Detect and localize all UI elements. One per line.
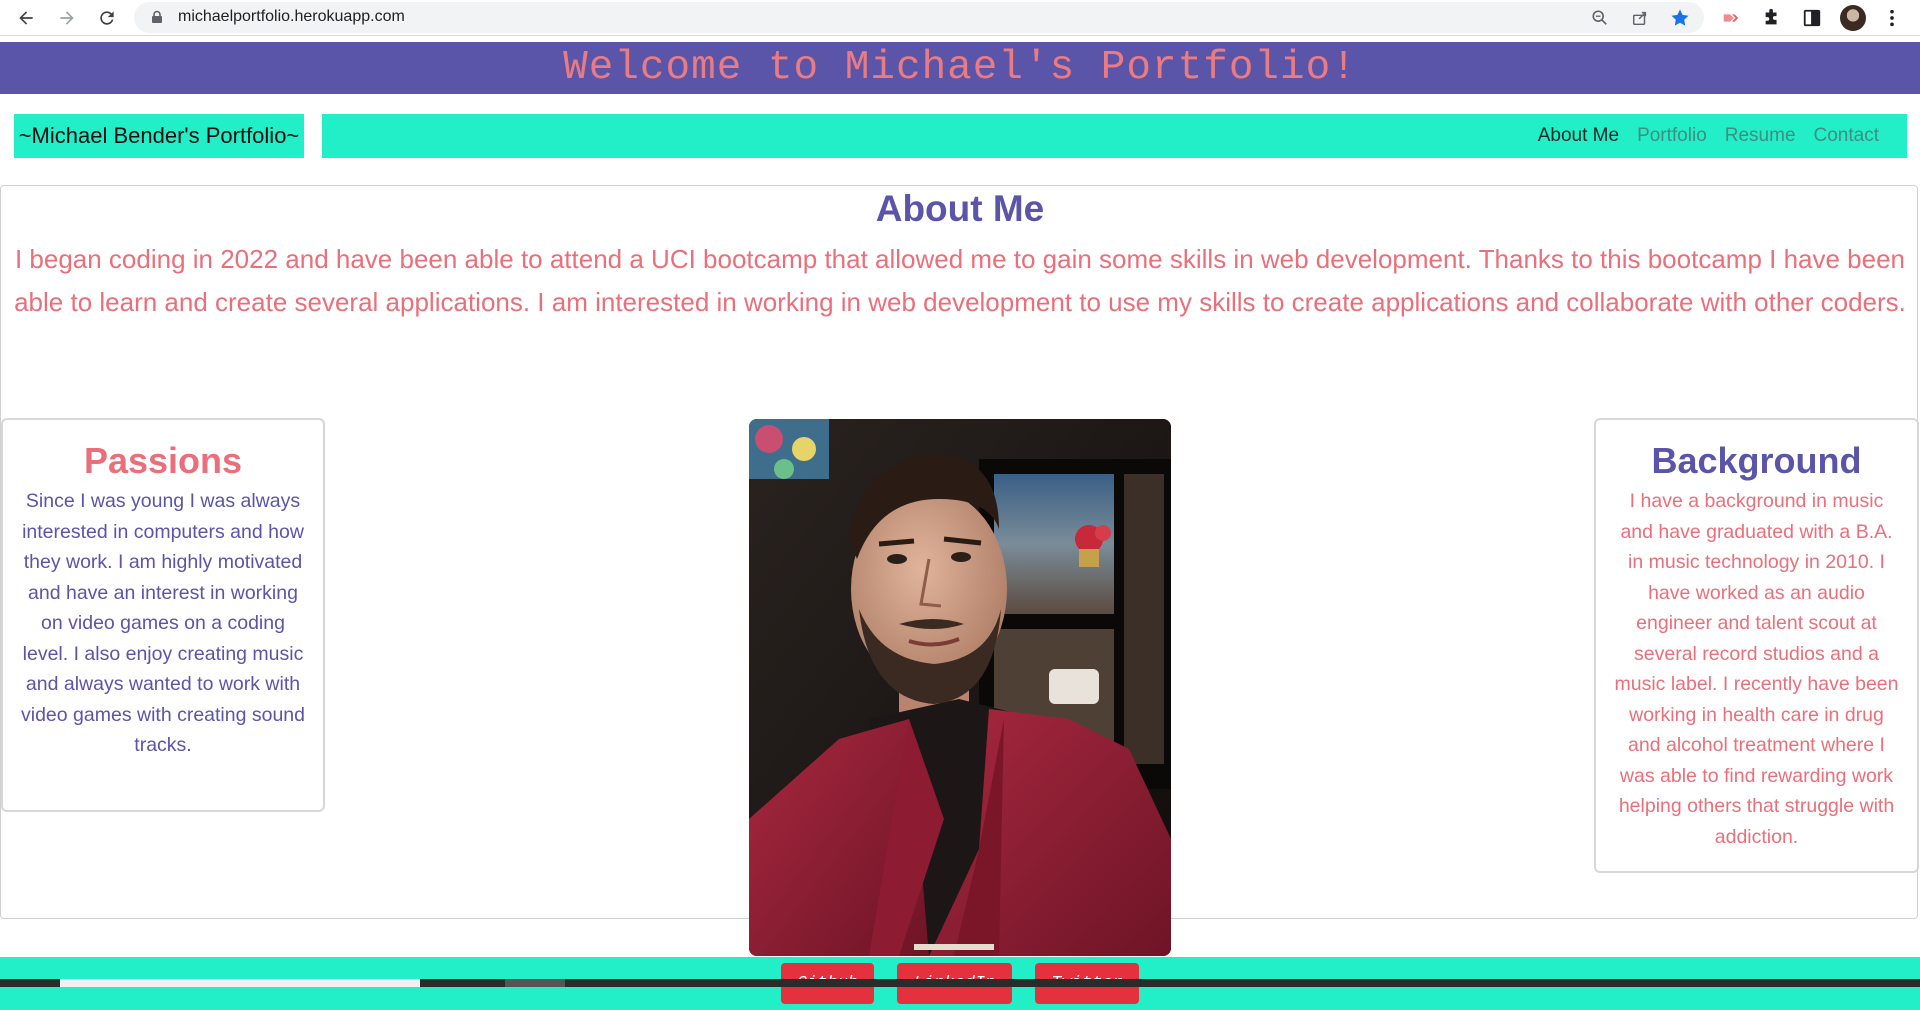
share-icon[interactable] [1630, 8, 1650, 28]
extension-red-icon[interactable] [1720, 7, 1742, 29]
nav-contact[interactable]: Contact [1814, 125, 1879, 147]
url-text: michaelportfolio.herokuapp.com [178, 8, 405, 25]
welcome-heading: Welcome to Michael's Portfolio! [563, 45, 1357, 91]
page: Welcome to Michael's Portfolio! ~Michael… [0, 36, 1920, 1010]
background-title: Background [1651, 440, 1862, 481]
passions-card: Passions Since I was young I was always … [1, 418, 325, 812]
taskbar-segment [60, 979, 420, 987]
browser-toolbar: michaelportfolio.herokuapp.com [0, 0, 1920, 36]
welcome-banner: Welcome to Michael's Portfolio! [0, 42, 1920, 94]
nav-resume[interactable]: Resume [1725, 125, 1796, 147]
reload-icon[interactable] [93, 4, 121, 32]
zoom-icon[interactable] [1590, 8, 1610, 28]
taskbar-strip [0, 979, 1920, 987]
bookmark-star-icon[interactable] [1670, 8, 1690, 28]
passions-title: Passions [83, 440, 243, 481]
profile-avatar[interactable] [1840, 5, 1866, 31]
menu-kebab-icon[interactable] [1881, 7, 1903, 29]
main-navbar: About Me Portfolio Resume Contact [322, 114, 1907, 158]
forward-icon[interactable] [53, 4, 81, 32]
side-panel-icon[interactable] [1801, 7, 1823, 29]
nav-portfolio[interactable]: Portfolio [1637, 125, 1707, 147]
about-title: About Me [875, 188, 1045, 229]
nav-about-me[interactable]: About Me [1538, 125, 1619, 147]
profile-photo [749, 419, 1171, 956]
about-text: I began coding in 2022 and have been abl… [14, 244, 1906, 317]
portrait-image [749, 419, 1171, 956]
site-brand[interactable]: ~Michael Bender's Portfolio~ [14, 114, 304, 158]
background-text: I have a background in music and have gr… [1614, 490, 1899, 848]
lock-icon [152, 10, 162, 23]
background-card: Background I have a background in music … [1594, 418, 1919, 873]
extensions-puzzle-icon[interactable] [1761, 7, 1783, 29]
passions-text: Since I was young I was always intereste… [21, 490, 305, 756]
address-bar[interactable]: michaelportfolio.herokuapp.com [134, 2, 1704, 33]
taskbar-segment [505, 979, 565, 987]
back-icon[interactable] [12, 4, 40, 32]
